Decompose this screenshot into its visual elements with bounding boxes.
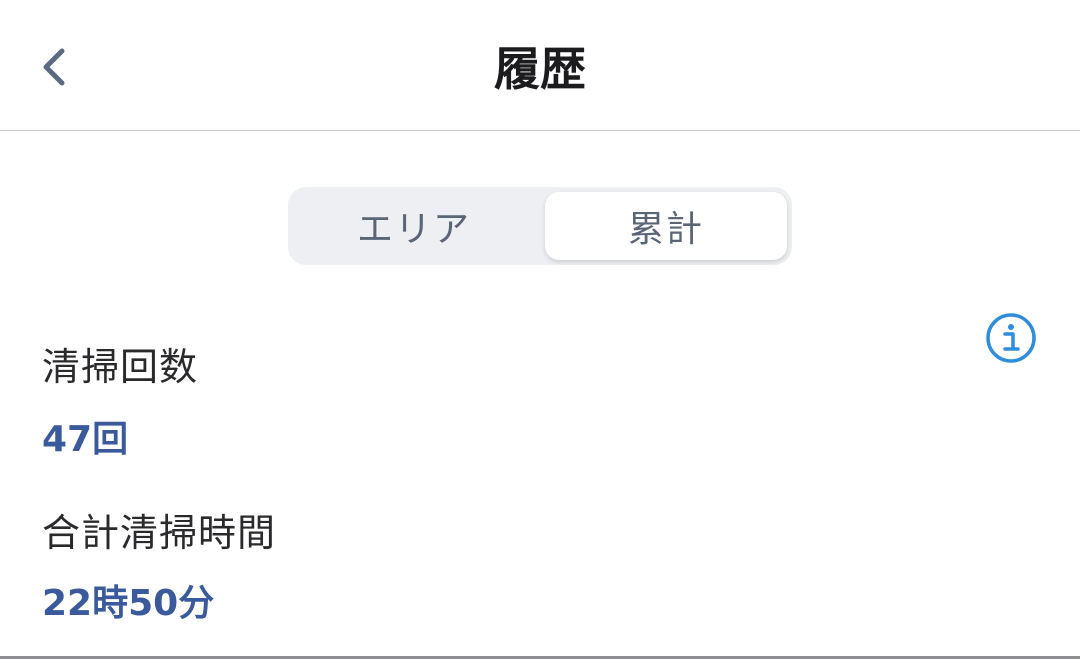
tab-area[interactable]: エリア (293, 192, 535, 260)
tab-cumulative[interactable]: 累計 (545, 192, 787, 260)
total-time-label: 合計清掃時間 (42, 511, 277, 555)
navigation-bar: 履歴 (0, 0, 1080, 131)
info-button[interactable] (984, 311, 1038, 365)
segmented-control: エリア 累計 (288, 187, 792, 265)
total-time-value: 22時50分 (42, 583, 215, 624)
info-icon (984, 313, 1038, 369)
page-title: 履歴 (494, 42, 586, 96)
cleaning-count-value: 47回 (42, 419, 129, 460)
cleaning-count-label: 清掃回数 (42, 345, 199, 389)
